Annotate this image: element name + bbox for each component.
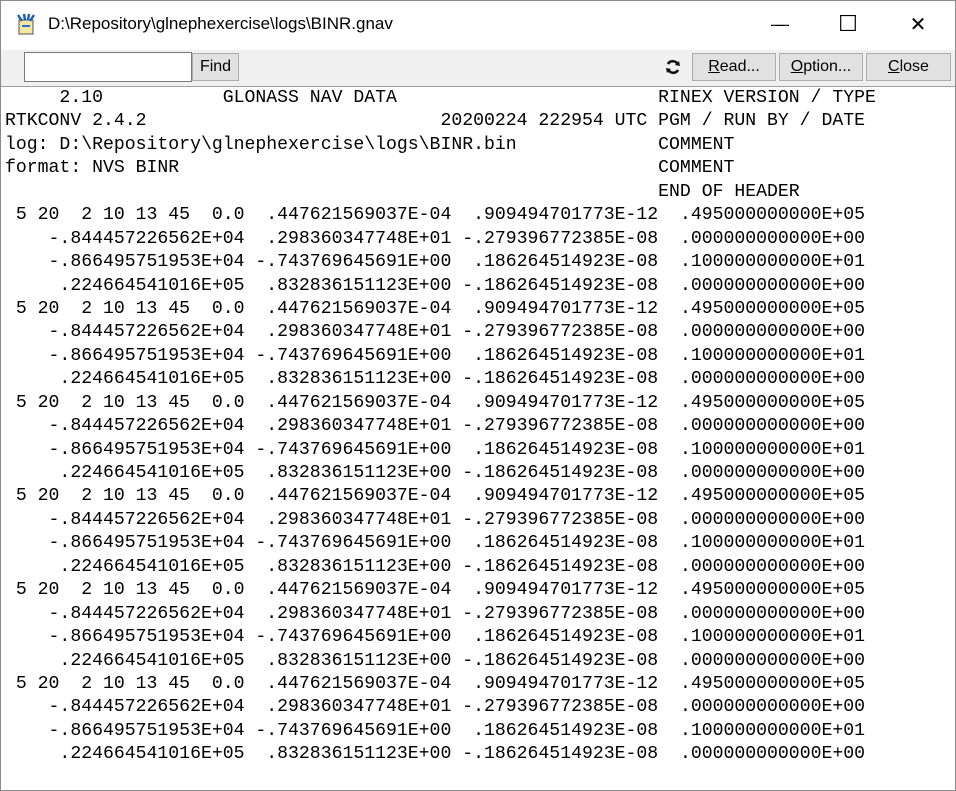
nav-record-line: -.866495751953E+04 -.743769645691E+00 .1… [5, 345, 866, 366]
nav-record-line: -.844457226562E+04 .298360347748E+01 -.2… [5, 603, 866, 624]
header-line: 2.10 GLONASS NAV DATA RINEX VERSION / TYP… [5, 87, 876, 110]
header-line: format: NVS BINR COMMENT [5, 157, 876, 180]
nav-record-line: -.844457226562E+04 .298360347748E+01 -.2… [5, 228, 866, 249]
header-label: COMMENT [658, 134, 735, 155]
header-content: 2.10 GLONASS NAV DATA [5, 88, 397, 108]
nav-record-line: .224664541016E+05 .832836151123E+00 -.18… [5, 744, 866, 765]
close-button[interactable]: Close [866, 53, 951, 81]
file-content-area[interactable]: 2.10 GLONASS NAV DATA RINEX VERSION / TYP… [5, 87, 876, 767]
maximize-icon: ☐ [838, 11, 858, 36]
nav-record-line: 5 20 2 10 13 45 0.0 .447621569037E-04 .9… [5, 298, 866, 319]
nav-record-line: 5 20 2 10 13 45 0.0 .447621569037E-04 .9… [5, 580, 866, 601]
header-line: log: D:\Repository\glnephexercise\logs\B… [5, 134, 876, 157]
maximize-button[interactable]: ☐ [825, 1, 871, 47]
close-window-button[interactable]: ✕ [895, 1, 941, 47]
nav-record-line: 5 20 2 10 13 45 0.0 .447621569037E-04 .9… [5, 392, 866, 413]
read-button[interactable]: Read... [692, 53, 776, 81]
nav-record-line: .224664541016E+05 .832836151123E+00 -.18… [5, 369, 866, 390]
option-button[interactable]: Option... [779, 53, 863, 81]
header-line: END OF HEADER [5, 181, 876, 204]
nav-record-line: -.866495751953E+04 -.743769645691E+00 .1… [5, 252, 866, 273]
rinex-viewer-window: D:\Repository\glnephexercise\logs\BINR.g… [0, 0, 956, 791]
header-line: RTKCONV 2.4.2 20200224 222954 UTC PGM / R… [5, 110, 876, 133]
header-content: log: D:\Repository\glnephexercise\logs\B… [5, 134, 517, 155]
nav-record-line: -.866495751953E+04 -.743769645691E+00 .1… [5, 439, 866, 460]
header-label: RINEX VERSION / TYPE [658, 88, 876, 108]
nav-record-line: .224664541016E+05 .832836151123E+00 -.18… [5, 275, 866, 296]
find-button[interactable]: Find [192, 53, 239, 81]
header-content: format: NVS BINR [5, 158, 180, 179]
nav-record-line: -.866495751953E+04 -.743769645691E+00 .1… [5, 720, 866, 741]
nav-record-line: 5 20 2 10 13 45 0.0 .447621569037E-04 .9… [5, 486, 866, 507]
nav-record-line: -.866495751953E+04 -.743769645691E+00 .1… [5, 627, 866, 648]
nav-record-line: .224664541016E+05 .832836151123E+00 -.18… [5, 650, 866, 671]
header-label: COMMENT [658, 158, 735, 179]
nav-record-line: -.844457226562E+04 .298360347748E+01 -.2… [5, 697, 866, 718]
nav-record-line: -.844457226562E+04 .298360347748E+01 -.2… [5, 509, 866, 530]
nav-record-line: .224664541016E+05 .832836151123E+00 -.18… [5, 463, 866, 483]
nav-record-line: 5 20 2 10 13 45 0.0 .447621569037E-04 .9… [5, 673, 866, 694]
nav-record-line: 5 20 2 10 13 45 0.0 .447621569037E-04 .9… [5, 205, 866, 226]
nav-record-line: -.866495751953E+04 -.743769645691E+00 .1… [5, 533, 866, 554]
minimize-icon: — [771, 13, 789, 34]
title-bar[interactable]: D:\Repository\glnephexercise\logs\BINR.g… [1, 1, 955, 49]
nav-record-line: -.844457226562E+04 .298360347748E+01 -.2… [5, 322, 866, 343]
toolbar: Find Read... Option... Close [1, 50, 955, 87]
close-icon: ✕ [909, 13, 927, 36]
nav-record-line: .224664541016E+05 .832836151123E+00 -.18… [5, 556, 866, 577]
header-label: PGM / RUN BY / DATE [658, 111, 865, 132]
app-icon [16, 13, 36, 35]
nav-record-line: -.844457226562E+04 .298360347748E+01 -.2… [5, 416, 866, 437]
minimize-button[interactable]: — [757, 1, 803, 47]
header-content: RTKCONV 2.4.2 20200224 222954 UTC [5, 111, 648, 132]
header-label: END OF HEADER [658, 181, 800, 202]
window-title: D:\Repository\glnephexercise\logs\BINR.g… [48, 14, 393, 33]
refresh-icon[interactable] [665, 59, 681, 75]
search-input[interactable] [24, 52, 192, 82]
